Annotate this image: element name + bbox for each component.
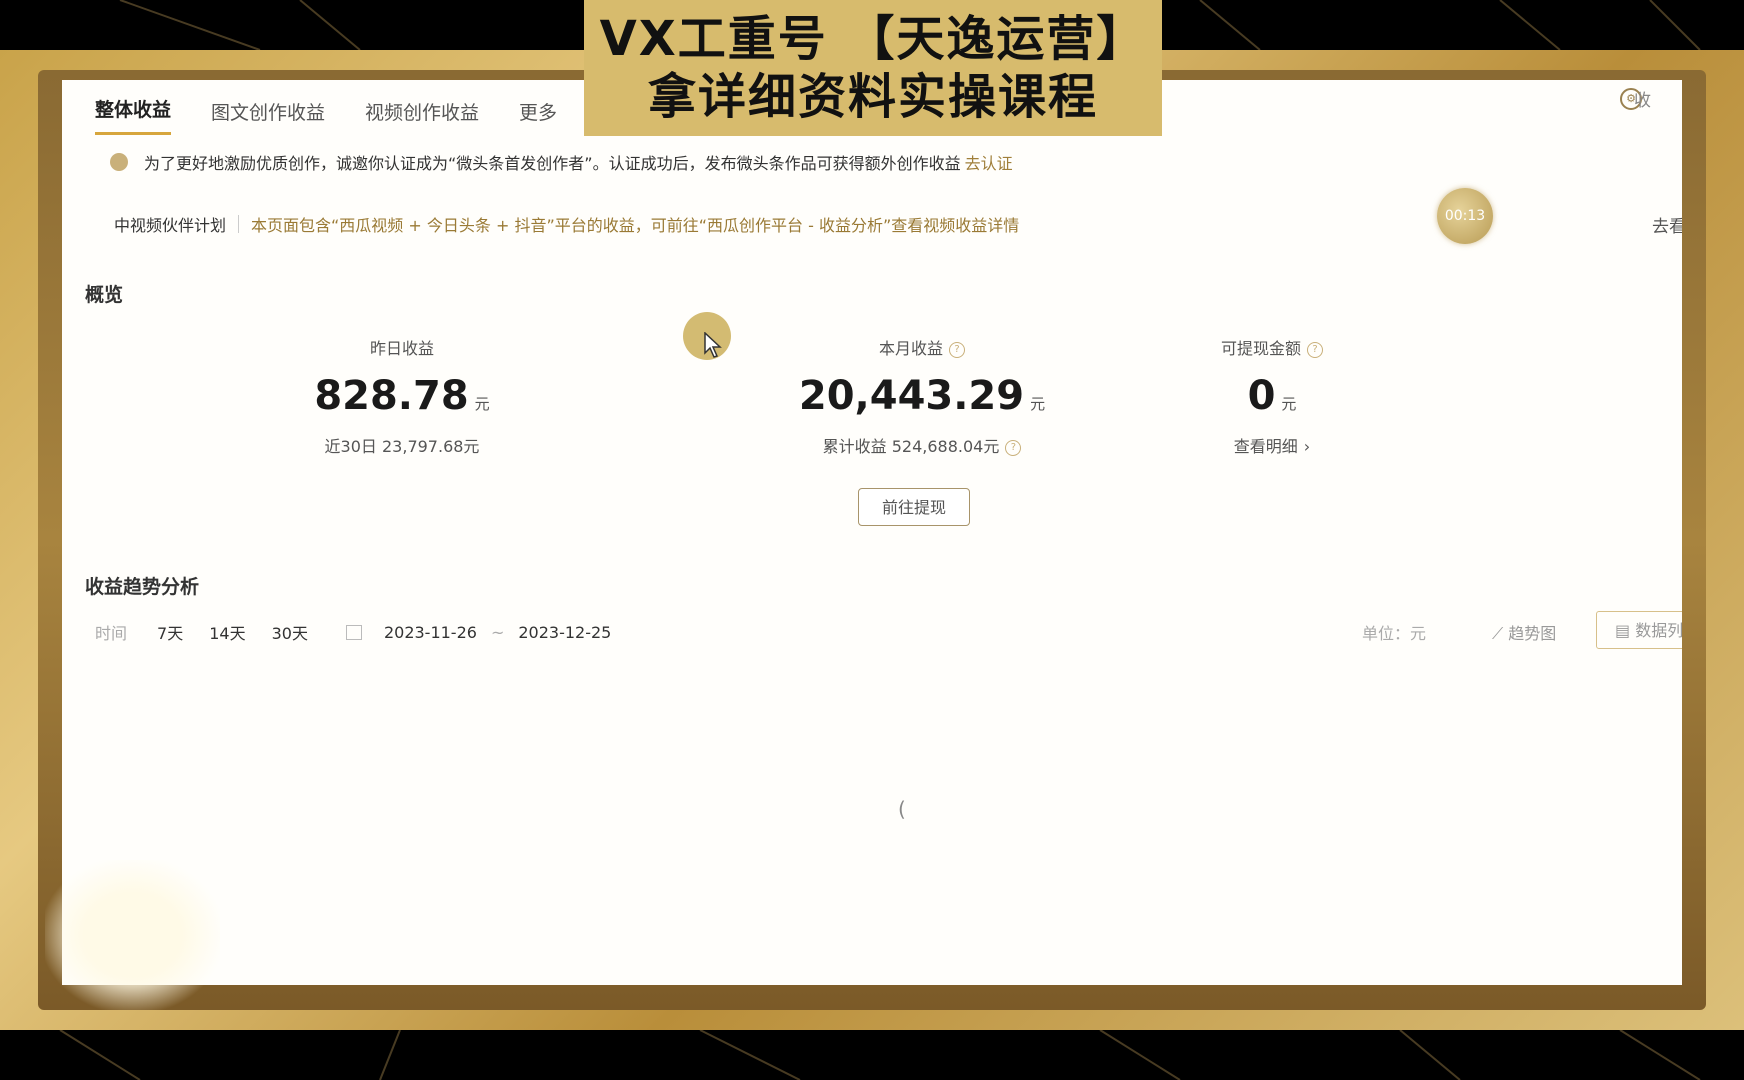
trend-title: 收益趋势分析: [85, 576, 200, 598]
withdraw-button[interactable]: 前往提现: [858, 488, 970, 526]
notice-dot-icon: [110, 153, 128, 171]
partner-plan-bar: 中视频伙伴计划 本页面包含“西瓜视频 + 今日头条 + 抖音”平台的收益，可前往…: [114, 212, 1019, 236]
earnings-page: 整体收益 图文创作收益 视频创作收益 更多 ⚙ 收 为了更好地激励优质创作，诚邀…: [62, 80, 1682, 985]
view-details-link[interactable]: 查看明细 ›: [1122, 433, 1422, 457]
mouse-cursor-icon: [704, 332, 722, 358]
heart-decoration: [45, 860, 220, 1010]
range-30d[interactable]: 30天: [272, 620, 308, 644]
help-icon[interactable]: ?: [1307, 341, 1323, 358]
stat-withdrawable: 可提现金额? 0元 查看明细 ›: [1122, 335, 1422, 457]
tab-more[interactable]: 更多: [519, 98, 557, 135]
time-label: 时间: [95, 624, 128, 643]
calendar-icon[interactable]: [345, 624, 362, 640]
top-right-label[interactable]: 收: [1634, 86, 1654, 111]
stat-label: 可提现金额?: [1122, 335, 1422, 359]
stat-label: 本月收益?: [772, 335, 1072, 359]
time-filter: 时间 7天 14天 30天 2023-11-26 ~ 2023-12-25: [95, 620, 611, 644]
unit-label: 单位：元: [1362, 624, 1427, 643]
go-see-link[interactable]: 去看: [1652, 212, 1682, 237]
stat-this-month: 本月收益? 20,443.29 元 累计收益 524,688.04元?: [772, 335, 1072, 457]
promo-banner: VX工重号 【天逸运营】 拿详细资料实操课程: [584, 0, 1162, 136]
tab-article-earnings[interactable]: 图文创作收益: [211, 98, 325, 135]
certify-link[interactable]: 去认证: [965, 150, 1013, 174]
date-separator: ~: [490, 622, 505, 642]
stat-value: 828.78 元: [314, 373, 490, 419]
stat-value: 20,443.29 元: [798, 373, 1046, 419]
stat-label: 昨日收益: [369, 339, 434, 358]
divider: [238, 215, 240, 233]
banner-line-2: 拿详细资料实操课程: [647, 69, 1098, 125]
trend-chart-icon: ⟋: [1492, 624, 1509, 643]
stat-sub: 累计收益 524,688.04元?: [772, 433, 1072, 457]
certification-notice: 为了更好地激励优质创作，诚邀你认证成为“微头条首发创作者”。认证成功后，发布微头…: [110, 150, 1013, 174]
chevron-right-icon: ›: [1303, 437, 1311, 456]
banner-line-1: VX工重号 【天逸运营】: [599, 11, 1147, 67]
partner-plan-desc[interactable]: 本页面包含“西瓜视频 + 今日头条 + 抖音”平台的收益，可前往“西瓜创作平台 …: [251, 212, 1019, 236]
tab-video-earnings[interactable]: 视频创作收益: [365, 98, 479, 135]
timer-badge: 00:13: [1437, 188, 1493, 244]
tab-bar: 整体收益 图文创作收益 视频创作收益 更多: [95, 80, 557, 135]
overview-title: 概览: [85, 284, 124, 306]
start-date[interactable]: 2023-11-26: [384, 623, 477, 642]
notice-text: 为了更好地激励优质创作，诚邀你认证成为“微头条首发创作者”。认证成功后，发布微头…: [144, 154, 961, 173]
range-14d[interactable]: 14天: [209, 620, 245, 644]
help-icon[interactable]: ?: [1005, 439, 1022, 456]
partner-plan-label: 中视频伙伴计划: [114, 216, 227, 235]
stat-sub: 近30日 23,797.68元: [324, 437, 480, 456]
trend-chart-button[interactable]: ⟋ 趋势图: [1492, 620, 1556, 644]
tab-overall-earnings[interactable]: 整体收益: [95, 95, 172, 135]
table-icon: ▤: [1615, 621, 1636, 640]
stat-value: 0元: [1247, 373, 1297, 419]
loading-spinner-icon: (: [898, 797, 906, 821]
data-list-button[interactable]: ▤ 数据列: [1596, 611, 1682, 649]
end-date[interactable]: 2023-12-25: [518, 623, 611, 642]
stat-yesterday: 昨日收益 828.78 元 近30日 23,797.68元: [252, 335, 552, 457]
range-7d[interactable]: 7天: [157, 620, 183, 644]
help-icon[interactable]: ?: [949, 341, 965, 358]
